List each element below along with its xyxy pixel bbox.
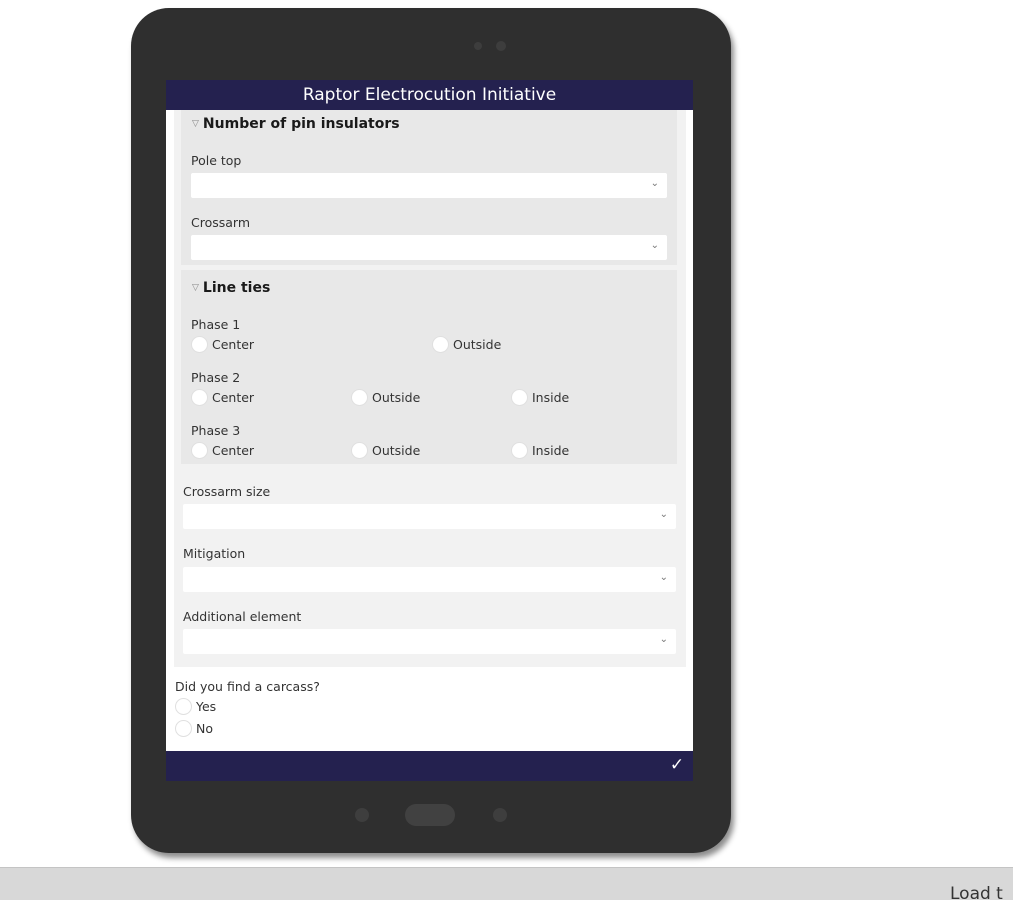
mitigation-select[interactable]: ⌄ xyxy=(183,567,676,592)
camera-lens xyxy=(496,41,506,51)
radio-label: Center xyxy=(212,443,255,458)
radio-circle-icon xyxy=(432,336,449,353)
camera-sensor xyxy=(474,42,482,50)
radio-label: Outside xyxy=(372,443,421,458)
form-screen: Raptor Electrocution Initiative ▽ Number … xyxy=(166,80,693,781)
page: Raptor Electrocution Initiative ▽ Number … xyxy=(0,0,1013,900)
crossarm-size-label: Crossarm size xyxy=(183,484,271,499)
carcass-option-yes[interactable]: Yes xyxy=(175,698,216,715)
tablet-frame: Raptor Electrocution Initiative ▽ Number … xyxy=(131,8,731,853)
phase3-option-outside[interactable]: Outside xyxy=(351,442,420,459)
radio-label: Center xyxy=(212,337,255,352)
radio-circle-icon xyxy=(191,389,208,406)
hardware-button-left xyxy=(355,808,369,822)
radio-label: Inside xyxy=(532,443,570,458)
crossarm-select[interactable]: ⌄ xyxy=(191,235,667,260)
mitigation-label: Mitigation xyxy=(183,546,246,561)
radio-circle-icon xyxy=(191,442,208,459)
carcass-option-no[interactable]: No xyxy=(175,720,213,737)
crossarm-size-select[interactable]: ⌄ xyxy=(183,504,676,529)
additional-element-label: Additional element xyxy=(183,609,302,624)
pole-top-select[interactable]: ⌄ xyxy=(191,173,667,198)
form-footer: ✓ xyxy=(166,751,693,781)
line-ties-title: Line ties xyxy=(202,280,271,296)
radio-circle-icon xyxy=(351,442,368,459)
pin-insulators-header[interactable]: ▽ Number of pin insulators xyxy=(192,116,400,132)
carcass-question: Did you find a carcass? xyxy=(175,679,320,694)
chevron-down-icon: ⌄ xyxy=(659,572,668,583)
form-title: Raptor Electrocution Initiative xyxy=(166,80,693,110)
radio-label: Center xyxy=(212,390,255,405)
radio-circle-icon xyxy=(351,389,368,406)
phase2-option-inside[interactable]: Inside xyxy=(511,389,569,406)
line-ties-header[interactable]: ▽ Line ties xyxy=(192,280,270,296)
crossarm-label: Crossarm xyxy=(191,215,251,230)
pole-top-label: Pole top xyxy=(191,153,242,168)
radio-label: Inside xyxy=(532,390,570,405)
phase2-label: Phase 2 xyxy=(191,370,241,385)
additional-element-select[interactable]: ⌄ xyxy=(183,629,676,654)
chevron-down-icon: ⌄ xyxy=(659,634,668,645)
phase3-option-center[interactable]: Center xyxy=(191,442,254,459)
checkmark-icon[interactable]: ✓ xyxy=(667,755,687,775)
phase3-label: Phase 3 xyxy=(191,423,241,438)
status-text: Load t xyxy=(950,884,1003,900)
phase1-option-outside[interactable]: Outside xyxy=(432,336,501,353)
pin-insulators-title: Number of pin insulators xyxy=(202,116,400,132)
status-bar xyxy=(0,867,1013,900)
hardware-button-right xyxy=(493,808,507,822)
chevron-down-icon: ⌄ xyxy=(650,178,659,189)
radio-label: Outside xyxy=(453,337,502,352)
chevron-down-icon: ⌄ xyxy=(650,240,659,251)
radio-label: No xyxy=(196,721,213,736)
phase1-option-center[interactable]: Center xyxy=(191,336,254,353)
radio-circle-icon xyxy=(175,720,192,737)
home-button xyxy=(405,804,455,826)
radio-circle-icon xyxy=(511,389,528,406)
radio-circle-icon xyxy=(511,442,528,459)
radio-label: Yes xyxy=(196,699,217,714)
phase1-label: Phase 1 xyxy=(191,317,241,332)
radio-circle-icon xyxy=(175,698,192,715)
phase2-option-center[interactable]: Center xyxy=(191,389,254,406)
phase2-option-outside[interactable]: Outside xyxy=(351,389,420,406)
radio-label: Outside xyxy=(372,390,421,405)
line-ties-group xyxy=(181,270,677,464)
chevron-down-icon: ⌄ xyxy=(659,509,668,520)
triangle-down-icon: ▽ xyxy=(192,283,199,293)
triangle-down-icon: ▽ xyxy=(192,119,199,129)
radio-circle-icon xyxy=(191,336,208,353)
phase3-option-inside[interactable]: Inside xyxy=(511,442,569,459)
